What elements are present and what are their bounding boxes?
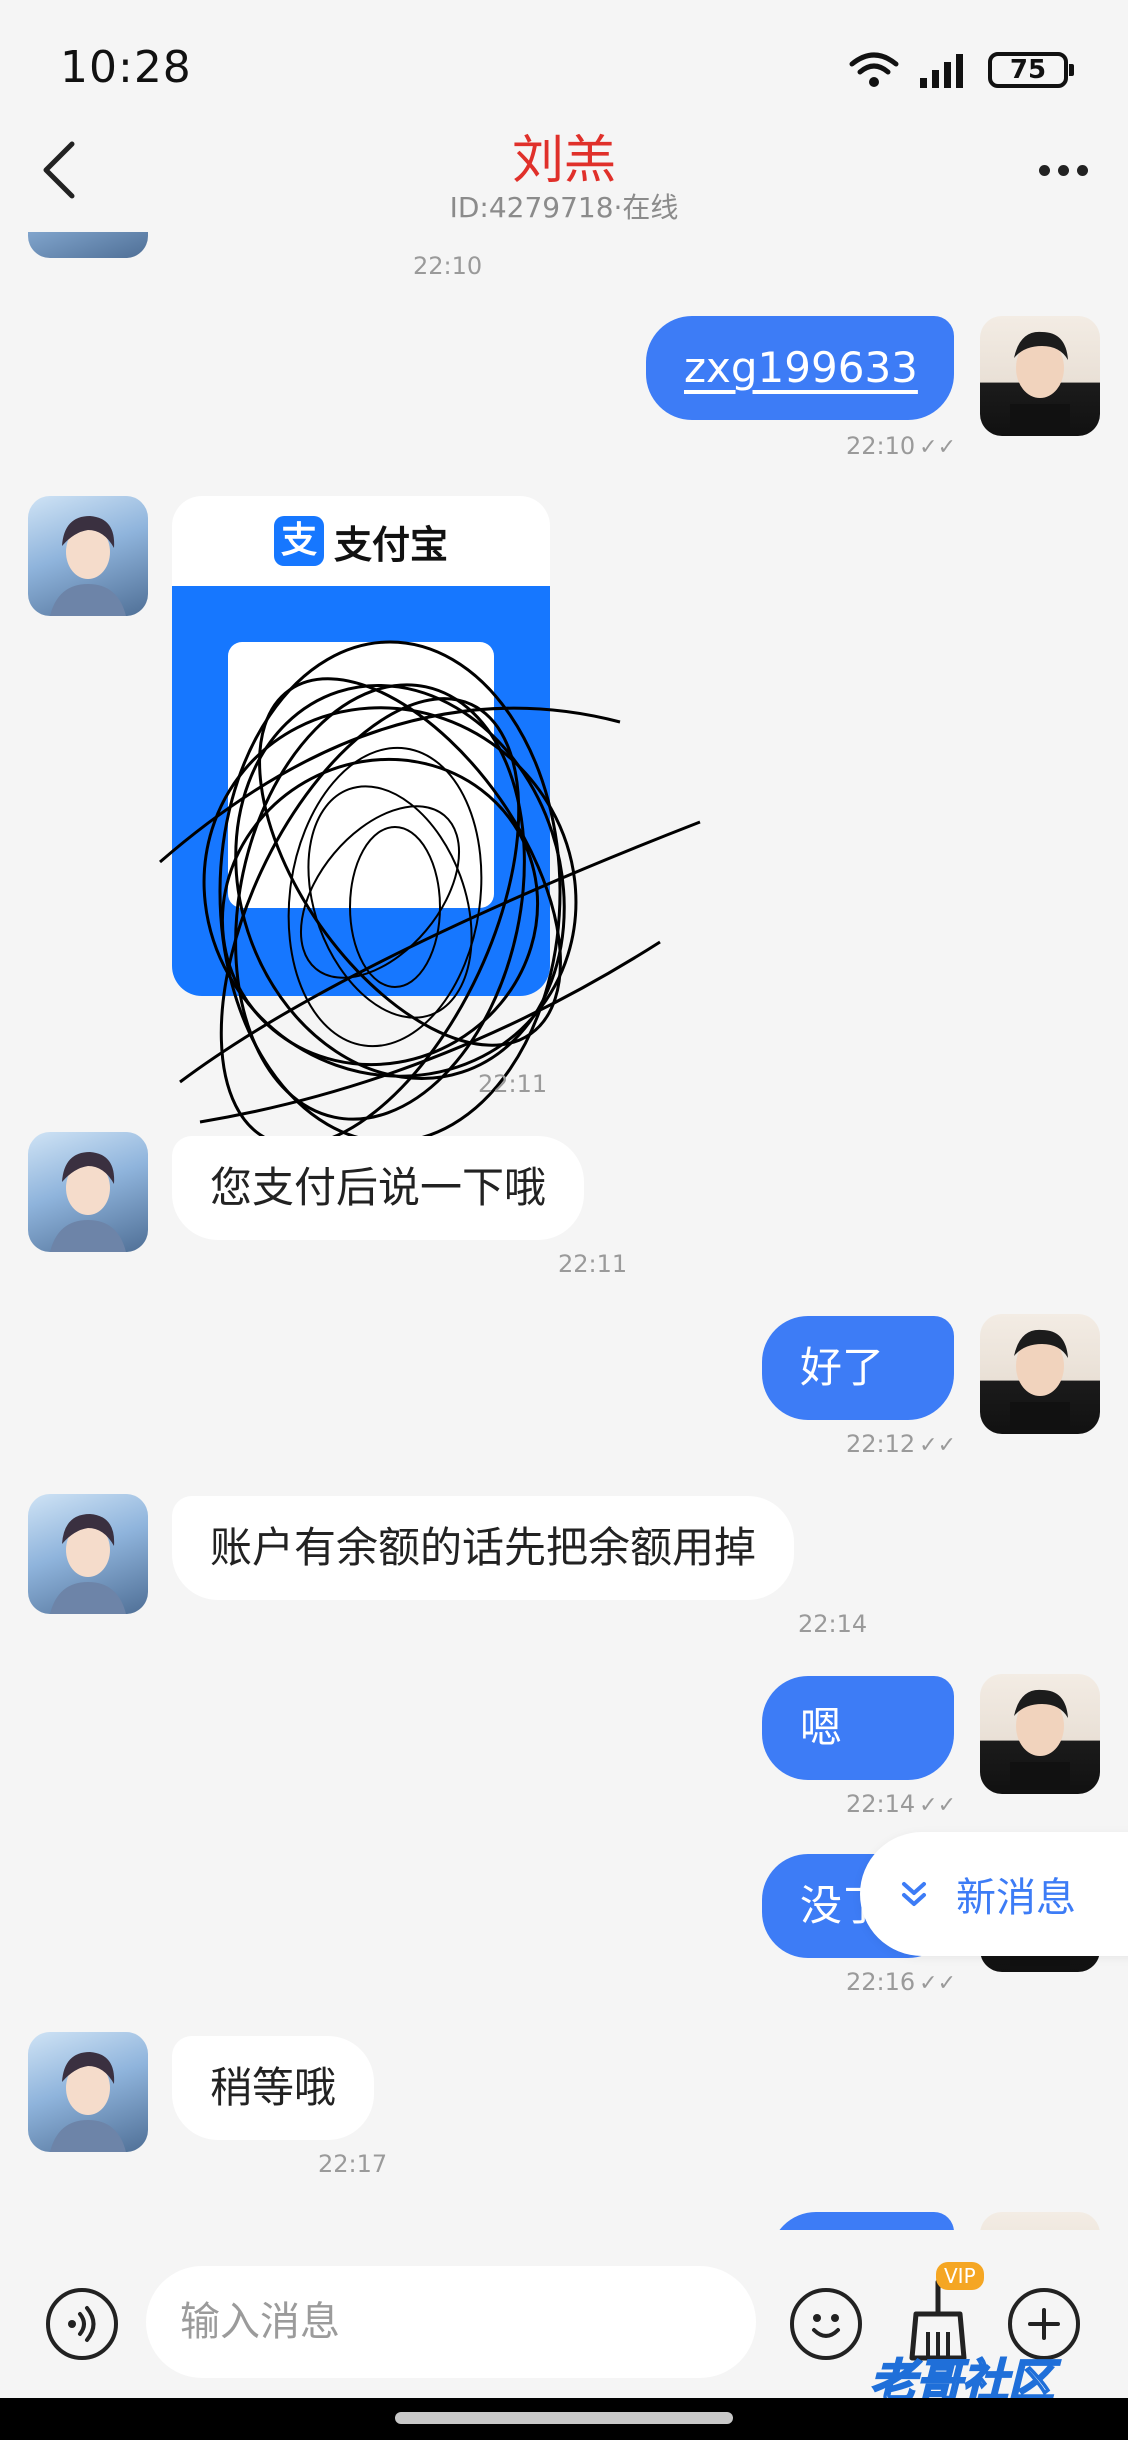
my-avatar[interactable] xyxy=(980,2212,1100,2230)
alipay-qr-card[interactable]: 支 支付宝 xyxy=(172,496,550,996)
read-check-icon: ✓✓ xyxy=(919,1793,957,1818)
message-time-text: 22:14 xyxy=(846,1790,916,1818)
read-check-icon: ✓✓ xyxy=(919,1433,957,1458)
wifi-icon xyxy=(849,52,899,87)
qr-code xyxy=(228,642,494,908)
alipay-qr-area xyxy=(172,586,550,996)
message-bubble[interactable]: 账户有余额的话先把余额用掉 xyxy=(172,1496,795,1600)
message-bubble[interactable] xyxy=(770,2212,954,2230)
message-time: 22:12 ✓✓ xyxy=(846,1430,956,1458)
contact-avatar[interactable] xyxy=(28,1132,148,1252)
contact-avatar[interactable] xyxy=(28,496,148,616)
my-avatar[interactable] xyxy=(980,1674,1100,1794)
message-bubble[interactable]: zxg199633 xyxy=(646,316,954,420)
double-chevron-down-icon xyxy=(902,1882,926,1906)
avatar-anime-icon xyxy=(50,1152,126,1252)
battery-indicator: 75 xyxy=(988,52,1074,88)
alipay-header: 支 支付宝 xyxy=(172,496,550,586)
voice-icon xyxy=(68,2306,96,2342)
avatar-face-icon xyxy=(1010,1689,1070,1794)
message-bubble[interactable]: 好了 xyxy=(762,1316,954,1420)
home-indicator[interactable] xyxy=(395,2412,733,2424)
contact-id-status: ID:4279718·在线 xyxy=(449,191,679,224)
chat-header: 刘羔 ID:4279718·在线 xyxy=(0,110,1128,230)
avatar-anime-icon xyxy=(50,2052,126,2152)
contact-avatar[interactable] xyxy=(28,2032,148,2152)
message-text: 您支付后说一下哦 xyxy=(210,1163,547,1212)
dot-icon xyxy=(1076,164,1088,176)
message-time-text: 22:12 xyxy=(846,1430,916,1458)
cellular-signal-icon xyxy=(920,54,963,88)
new-message-button[interactable]: 新消息 xyxy=(860,1832,1128,1956)
dot-icon xyxy=(1057,164,1069,176)
read-check-icon: ✓✓ xyxy=(919,1971,957,1996)
contact-avatar[interactable] xyxy=(28,232,148,258)
message-text: 好了 xyxy=(800,1343,885,1392)
message-text: 账户有余额的话先把余额用掉 xyxy=(210,1523,757,1572)
read-check-icon: ✓✓ xyxy=(919,435,957,460)
message-time: 22:14 ✓✓ xyxy=(846,1790,956,1818)
message-bubble[interactable]: 您支付后说一下哦 xyxy=(172,1136,585,1240)
message-time: 22:10 ✓✓ xyxy=(846,432,956,460)
message-time-text: 22:10 xyxy=(846,432,916,460)
message-time: 22:16 ✓✓ xyxy=(846,1968,956,1996)
message-text: 稍等哦 xyxy=(210,2063,337,2112)
avatar-face-icon xyxy=(1010,331,1070,436)
message-bubble[interactable]: 嗯 xyxy=(762,1676,954,1780)
message-time: 22:14 xyxy=(798,1610,868,1638)
system-nav-area xyxy=(0,2398,1128,2440)
vip-badge: VIP xyxy=(936,2262,984,2290)
new-message-label: 新消息 xyxy=(956,1875,1076,1921)
status-time: 10:28 xyxy=(60,42,192,93)
emoji-button[interactable] xyxy=(790,2288,862,2360)
avatar-face-icon xyxy=(1010,1329,1070,1434)
status-icons: 75 xyxy=(848,50,1074,90)
alipay-brand: 支付宝 xyxy=(333,522,448,567)
message-time: 22:17 xyxy=(318,2150,388,2178)
dot-icon xyxy=(1038,164,1050,176)
message-time: 22:11 xyxy=(558,1250,628,1278)
message-bubble[interactable]: 稍等哦 xyxy=(172,2036,375,2140)
message-time: 22:10 xyxy=(413,252,483,280)
alipay-icon: 支 xyxy=(273,516,324,566)
contact-name: 刘羔 xyxy=(511,131,616,191)
avatar-anime-icon xyxy=(50,516,126,616)
more-options-button[interactable] xyxy=(1028,150,1098,190)
voice-button[interactable] xyxy=(46,2288,118,2360)
my-avatar[interactable] xyxy=(980,316,1100,436)
message-time-text: 22:16 xyxy=(846,1968,916,1996)
avatar-anime-icon xyxy=(50,1514,126,1614)
message-text[interactable]: zxg199633 xyxy=(684,343,918,392)
contact-avatar[interactable] xyxy=(28,1494,148,1614)
message-time: 22:11 xyxy=(478,1070,548,1098)
my-avatar[interactable] xyxy=(980,1314,1100,1434)
message-input[interactable] xyxy=(146,2266,756,2378)
message-text: 嗯 xyxy=(800,1703,843,1752)
smiley-icon xyxy=(812,2314,840,2338)
